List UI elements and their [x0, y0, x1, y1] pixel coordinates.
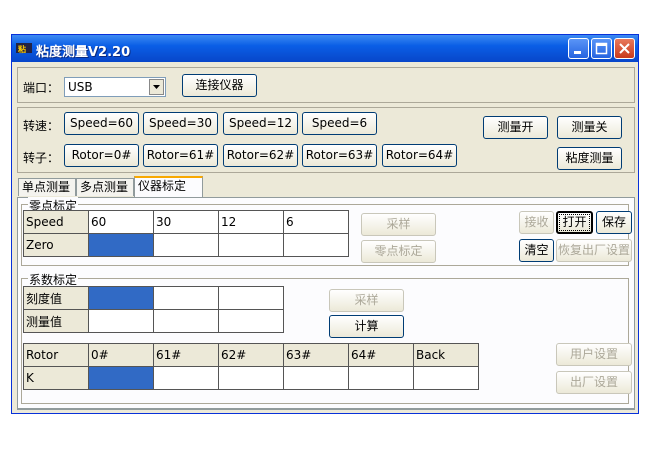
zero-cell[interactable]	[153, 233, 219, 257]
rotor-column-header: Back	[413, 343, 479, 367]
user-settings-button[interactable]: 用户设置	[556, 343, 632, 366]
measure-open-button[interactable]: 测量开	[483, 116, 548, 139]
receive-button[interactable]: 接收	[519, 211, 554, 234]
rotor-column-header: 0#	[88, 343, 154, 367]
app-window: 粘 粘度测量V2.20 端口： USB 连接仪器 转速： 转子： Speed=6…	[11, 34, 639, 414]
speed-30-button[interactable]: Speed=30	[143, 112, 218, 135]
svg-text:粘: 粘	[17, 44, 26, 54]
scale-cell[interactable]	[153, 286, 219, 310]
speed-6-button[interactable]: Speed=6	[302, 112, 377, 135]
save-button[interactable]: 保存	[596, 211, 632, 234]
table-row: 测量值	[23, 309, 284, 333]
rotor-61-button[interactable]: Rotor=61#	[143, 144, 218, 167]
row-header-measured: 测量值	[23, 309, 89, 333]
minimize-icon	[574, 51, 581, 54]
zero-calibrate-button[interactable]: 零点标定	[361, 240, 436, 263]
k-cell[interactable]	[348, 366, 414, 390]
port-label: 端口：	[23, 81, 60, 95]
coef-sample-button[interactable]: 采样	[329, 289, 404, 312]
scale-cell-selected[interactable]	[88, 286, 154, 310]
rotor-column-header: 62#	[218, 343, 284, 367]
connect-button[interactable]: 连接仪器	[182, 74, 257, 97]
speed-cell[interactable]: 30	[153, 210, 219, 234]
speed-cell[interactable]: 60	[88, 210, 154, 234]
calibration-panel: 零点标定 Speed 60 30 12 6 Zero 采样 零点标定 接收 打开…	[17, 197, 635, 409]
maximize-icon	[595, 42, 608, 55]
rotor-64-button[interactable]: Rotor=64#	[382, 144, 457, 167]
window-title: 粘度测量V2.20	[36, 45, 131, 60]
zero-cell[interactable]	[283, 233, 349, 257]
tab-instrument-calibration[interactable]: 仪器标定	[134, 176, 203, 198]
speed-60-button[interactable]: Speed=60	[64, 112, 139, 135]
rotor-column-header: 64#	[348, 343, 414, 367]
rotor-label: 转子：	[23, 151, 60, 165]
minimize-button[interactable]	[568, 38, 589, 59]
speed-cell[interactable]: 12	[218, 210, 284, 234]
open-button[interactable]: 打开	[556, 211, 593, 234]
k-cell-selected[interactable]	[88, 366, 154, 390]
tab-single-point[interactable]: 单点测量	[18, 178, 76, 196]
rotor-column-header: 61#	[153, 343, 219, 367]
table-row: 刻度值	[23, 286, 284, 310]
measured-cell[interactable]	[88, 309, 154, 333]
rotor-column-header: 63#	[283, 343, 349, 367]
k-cell[interactable]	[153, 366, 219, 390]
measure-close-button[interactable]: 测量关	[557, 116, 622, 139]
speed-cell[interactable]: 6	[283, 210, 349, 234]
table-row: Zero	[23, 233, 349, 257]
scale-cell[interactable]	[218, 286, 284, 310]
app-icon: 粘	[16, 41, 32, 55]
row-header-k: K	[23, 366, 89, 390]
maximize-button[interactable]	[591, 38, 612, 59]
viscosity-measure-button[interactable]: 粘度测量	[557, 147, 622, 170]
zero-cell[interactable]	[218, 233, 284, 257]
bottom-panel-edge	[17, 409, 635, 416]
row-header-zero: Zero	[23, 233, 89, 257]
dropdown-arrow-icon[interactable]	[149, 79, 164, 95]
k-cell[interactable]	[218, 366, 284, 390]
rotor-0-button[interactable]: Rotor=0#	[64, 144, 139, 167]
clear-button[interactable]: 清空	[519, 239, 554, 262]
title-bar[interactable]: 粘 粘度测量V2.20	[12, 35, 638, 62]
speed-label: 转速：	[23, 119, 60, 133]
zero-calibration-table: Speed 60 30 12 6 Zero	[23, 210, 349, 257]
measured-cell[interactable]	[153, 309, 219, 333]
k-cell[interactable]	[413, 366, 479, 390]
restore-factory-button[interactable]: 恢复出厂设置	[556, 239, 632, 262]
speed-12-button[interactable]: Speed=12	[223, 112, 298, 135]
measured-cell[interactable]	[218, 309, 284, 333]
table-row: K	[23, 366, 479, 390]
tab-multi-point[interactable]: 多点测量	[76, 178, 134, 196]
row-header-rotor: Rotor	[23, 343, 89, 367]
table-row: Speed 60 30 12 6	[23, 210, 349, 234]
rotor-63-button[interactable]: Rotor=63#	[302, 144, 377, 167]
port-select[interactable]: USB	[64, 77, 166, 97]
row-header-speed: Speed	[23, 210, 89, 234]
row-header-scale: 刻度值	[23, 286, 89, 310]
zero-sample-button[interactable]: 采样	[361, 213, 436, 236]
table-row: Rotor 0# 61# 62# 63# 64# Back	[23, 343, 479, 367]
close-button[interactable]	[614, 38, 635, 59]
rotor-k-table: Rotor 0# 61# 62# 63# 64# Back K	[23, 343, 479, 390]
close-icon	[619, 43, 630, 54]
port-value: USB	[68, 80, 93, 94]
zero-cell-selected[interactable]	[88, 233, 154, 257]
calculate-button[interactable]: 计算	[329, 315, 404, 338]
k-cell[interactable]	[283, 366, 349, 390]
rotor-62-button[interactable]: Rotor=62#	[223, 144, 298, 167]
scale-measure-table: 刻度值 测量值	[23, 286, 284, 333]
factory-settings-button[interactable]: 出厂设置	[556, 371, 632, 394]
